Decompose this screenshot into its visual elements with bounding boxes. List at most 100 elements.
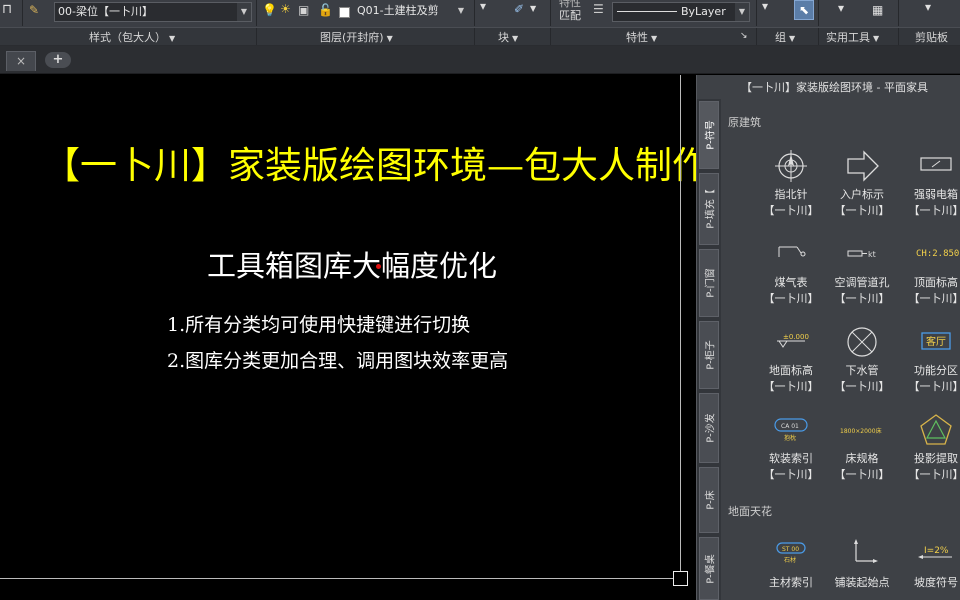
tool-item-compass[interactable]: 指北针 【一卜川】 <box>755 149 827 233</box>
tab-p-doors-windows[interactable]: P-门窗 <box>699 249 719 317</box>
drawing-line-1: 1.所有分类均可使用快捷键进行切换 <box>167 314 471 336</box>
tab-p-cabinets[interactable]: P-柜子 <box>699 321 719 389</box>
block-edit-icon[interactable]: ✐ <box>514 3 524 15</box>
tool-name: 功能分区 <box>914 364 958 377</box>
group-icon[interactable]: ▾ <box>762 0 768 12</box>
electric-box-icon <box>920 157 952 171</box>
paste-icon[interactable]: ▾ <box>925 1 931 13</box>
close-tab-button[interactable]: × <box>6 51 36 71</box>
chevron-down-icon[interactable]: ▼ <box>530 5 536 13</box>
viewport-border-bottom <box>0 578 681 579</box>
svg-text:石材: 石材 <box>784 556 796 564</box>
tool-item-floor-level[interactable]: ±0.000 地面标高 【一卜川】 <box>755 325 827 409</box>
block-insert-icon[interactable]: ▾ <box>480 0 486 12</box>
tab-p-symbols[interactable]: P-符号 <box>699 101 719 169</box>
ribbon-group-labels: 样式（包大人） ▼ 图层(开封府) ▼ 块 ▼ 特性 ▼ ↘ 组 ▼ 实用工具 ▼ 剪贴板 <box>0 27 960 45</box>
dimension-style-icon[interactable]: ⊓ <box>2 3 12 16</box>
material-index-icon: ST 00 石材 <box>776 542 806 564</box>
svg-text:1800×2000床: 1800×2000床 <box>840 427 882 435</box>
divider <box>22 0 23 26</box>
unlock-icon[interactable]: 🔓 <box>318 4 333 16</box>
section-label-original-building: 原建筑 <box>728 116 761 129</box>
tab-p-bed[interactable]: P-床 <box>699 467 719 533</box>
plus-icon: + <box>52 52 64 67</box>
tool-name: 指北针 <box>774 188 808 201</box>
svg-text:I=2%: I=2% <box>924 546 949 556</box>
brush-icon[interactable]: ✎ <box>29 4 39 16</box>
select-cursor-button[interactable]: ⬉ <box>794 0 814 20</box>
drawing-canvas[interactable]: 【一卜川】家装版绘图环境—包大人制作 工具箱图库大幅度优化 1.所有分类均可使用… <box>0 75 709 600</box>
tab-p-dining-table[interactable]: P-餐桌 <box>699 537 719 600</box>
tool-palette: 【一卜川】家装版绘图环境 - 平面家具 P-符号 P-填充【 P-门窗 P-柜子… <box>696 75 960 600</box>
svg-text:CH:2.850: CH:2.850 <box>916 249 959 259</box>
tool-name: 主材索引 <box>769 576 813 589</box>
group-label-block[interactable]: 块 ▼ <box>498 29 518 45</box>
tool-name: 下水管 <box>845 364 879 377</box>
tool-tag: 【一卜川】 <box>834 204 890 217</box>
layer-combo[interactable]: Q01-土建柱及剪 ▼ <box>354 2 468 22</box>
chevron-down-icon[interactable]: ▼ <box>735 3 749 21</box>
tool-item-ceiling-level[interactable]: CH:2.850 顶面标高 【一卜川】 <box>900 237 960 321</box>
layer-freeze-icon[interactable]: ▣ <box>298 4 309 16</box>
slope-icon: I=2% <box>918 546 952 559</box>
tab-p-sofa[interactable]: P-沙发 <box>699 393 719 463</box>
arrow-right-icon <box>847 150 879 182</box>
style-combo[interactable]: 00-梁位【一卜川】 ▼ <box>54 2 252 22</box>
group-label-group[interactable]: 组 ▼ <box>775 29 795 45</box>
divider <box>818 0 819 26</box>
tool-item-bed-spec[interactable]: 1800×2000床 床规格 【一卜川】 <box>826 413 898 497</box>
ribbon: ⊓ ✎ 00-梁位【一卜川】 ▼ 💡 ☀ ▣ 🔓 Q01-土建柱及剪 ▼ ▾ ✐… <box>0 0 960 46</box>
gas-meter-icon <box>778 246 806 257</box>
chevron-down-icon[interactable]: ▼ <box>454 2 468 20</box>
drain-pipe-icon <box>847 327 877 357</box>
tab-p-hatch[interactable]: P-填充【 <box>699 173 719 245</box>
tool-item-function-zone[interactable]: 客厅 功能分区 【一卜川】 <box>900 325 960 409</box>
tool-item-paving-origin[interactable]: 铺装起始点 <box>826 537 898 600</box>
tool-item-drain-pipe[interactable]: 下水管 【一卜川】 <box>826 325 898 409</box>
chevron-down-icon: ▼ <box>169 34 176 43</box>
viewport-grip-handle[interactable] <box>673 571 688 586</box>
tool-name: 入户标示 <box>840 188 884 201</box>
measure-icon[interactable]: ▾ <box>838 2 844 14</box>
tool-item-electric-box[interactable]: 强弱电箱 【一卜川】 <box>900 149 960 233</box>
lightbulb-icon[interactable]: 💡 <box>262 4 277 16</box>
group-label-style[interactable]: 样式（包大人） ▼ <box>89 29 175 45</box>
linetype-combo-value: ByLayer <box>681 5 726 18</box>
svg-text:kt: kt <box>868 250 876 259</box>
tool-item-projection-extract[interactable]: 投影提取 【一卜川】 <box>900 413 960 497</box>
chevron-down-icon: ▼ <box>873 34 880 43</box>
dialog-launcher-icon[interactable]: ↘ <box>740 32 748 41</box>
tool-item-entrance-mark[interactable]: 入户标示 【一卜川】 <box>826 149 898 233</box>
match-properties-label[interactable]: 匹配 <box>559 7 581 23</box>
svg-text:抱枕: 抱枕 <box>784 434 796 442</box>
divider <box>898 28 899 45</box>
tool-item-slope-symbol[interactable]: I=2% 坡度符号 <box>900 537 960 600</box>
zone-tag-icon: 客厅 <box>921 332 951 350</box>
group-label-utilities[interactable]: 实用工具 ▼ <box>826 29 879 45</box>
layer-combo-value: Q01-土建柱及剪 <box>357 4 439 17</box>
chevron-down-icon[interactable]: ▼ <box>237 3 251 21</box>
tool-name: 铺装起始点 <box>834 576 890 589</box>
group-label-clipboard[interactable]: 剪贴板 <box>915 29 948 45</box>
sun-icon[interactable]: ☀ <box>280 3 291 15</box>
linetype-combo[interactable]: ByLayer ▼ <box>612 2 750 22</box>
projection-icon <box>920 414 952 445</box>
tool-tag: 【一卜川】 <box>763 204 819 217</box>
svg-text:±0.000: ±0.000 <box>783 333 809 341</box>
calculator-icon[interactable]: ▦ <box>872 4 883 16</box>
chevron-down-icon: ▼ <box>386 34 393 43</box>
tool-name: 地面标高 <box>769 364 813 377</box>
tool-item-material-index[interactable]: ST 00 石材 主材索引 <box>755 537 827 600</box>
group-label-properties[interactable]: 特性 ▼ <box>626 29 657 45</box>
divider <box>898 0 899 26</box>
lineweight-icon[interactable]: ☰ <box>593 3 604 15</box>
group-label-layers[interactable]: 图层(开封府) ▼ <box>320 29 393 45</box>
new-tab-button[interactable]: + <box>45 52 71 68</box>
tool-item-soft-decor-index[interactable]: CA 01 抱枕 软装索引 【一卜川】 <box>755 413 827 497</box>
tool-item-gas-meter[interactable]: 煤气表 【一卜川】 <box>755 237 827 321</box>
section-label-floor-ceiling: 地面天花 <box>728 505 772 518</box>
tool-item-ac-pipe-hole[interactable]: kt 空调管道孔 【一卜川】 <box>826 237 898 321</box>
layer-color-swatch[interactable] <box>339 7 350 18</box>
tool-name: 顶面标高 <box>914 276 958 289</box>
floor-level-icon: ±0.000 <box>777 333 809 348</box>
